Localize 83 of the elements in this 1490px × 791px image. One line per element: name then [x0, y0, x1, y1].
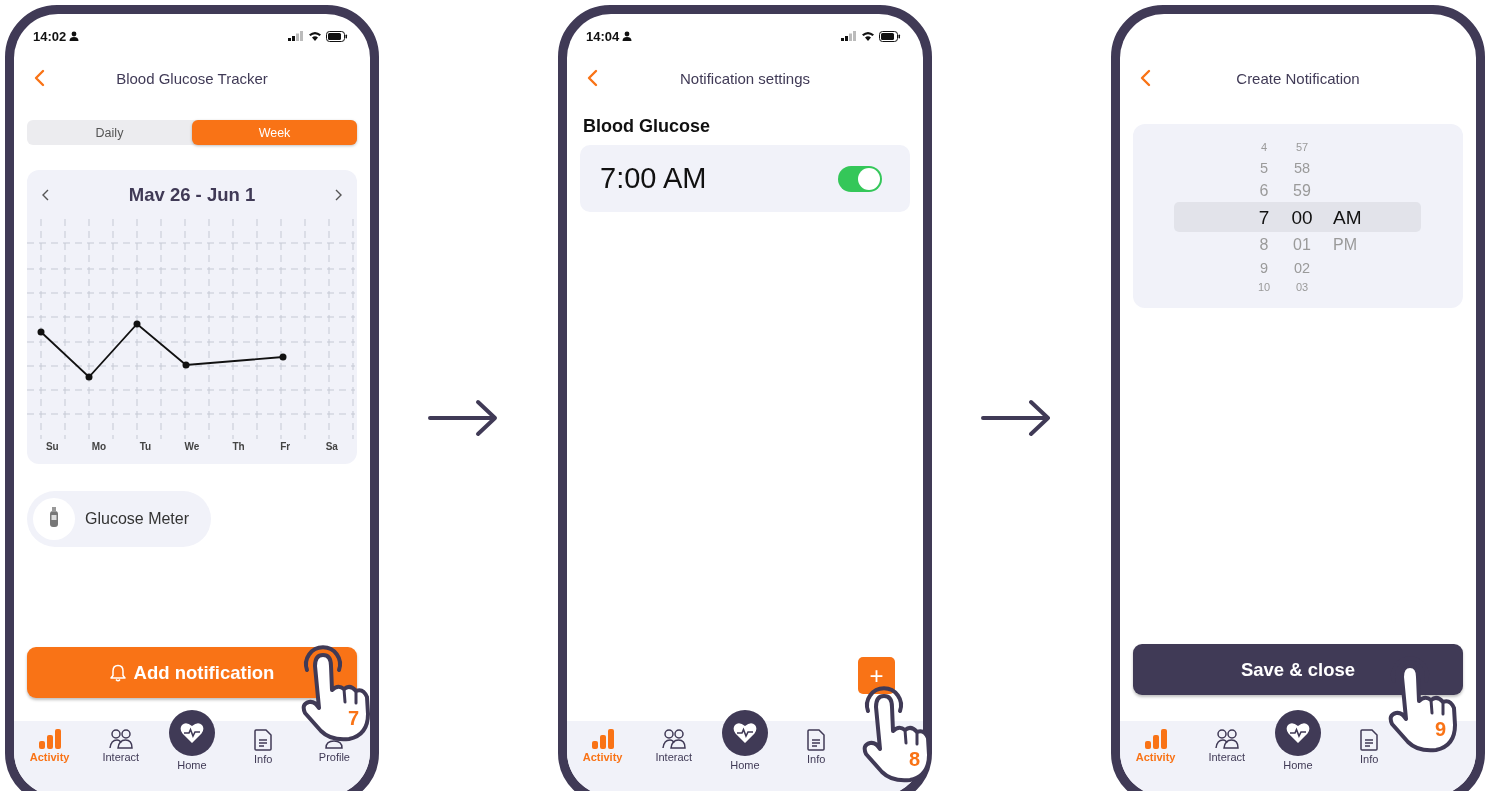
time-picker[interactable]: 4 5 6 7 8 9 10 57 58 59 00 01 02 03 AM PM — [1133, 124, 1463, 308]
picker-value[interactable]: 10 — [1245, 281, 1283, 293]
day-label: Th — [231, 441, 246, 452]
document-icon — [807, 729, 826, 751]
nav-home-button[interactable]: Home — [709, 702, 781, 791]
nav-item[interactable]: Interact — [1191, 721, 1263, 791]
day-label: We — [183, 441, 201, 452]
step-number: 8 — [909, 749, 921, 769]
status-time: 14:02 — [33, 28, 67, 44]
day-label: Sa — [324, 441, 339, 452]
heart-pulse-icon — [733, 722, 757, 744]
flow-arrow-icon — [427, 398, 498, 438]
bell-icon — [109, 663, 126, 682]
back-chevron-icon[interactable] — [585, 69, 599, 87]
people-icon — [661, 729, 686, 749]
segment-tab[interactable]: Daily — [27, 120, 192, 145]
date-range: Mav 26 - Jun 1 — [128, 184, 256, 206]
nav-item[interactable]: Activity — [567, 721, 639, 791]
back-chevron-icon[interactable] — [1138, 69, 1152, 87]
previous-chevron-icon[interactable] — [41, 189, 50, 201]
picker-value[interactable]: 02 — [1283, 260, 1321, 276]
nav-item[interactable]: Info — [227, 721, 299, 791]
battery-icon — [326, 30, 348, 42]
picker-value[interactable]: 9 — [1245, 260, 1283, 276]
nav-home-button[interactable]: Home — [1262, 702, 1334, 791]
heart-pulse-icon — [1286, 722, 1310, 744]
picker-value[interactable]: 58 — [1283, 160, 1321, 176]
picker-value[interactable]: 00 — [1283, 207, 1321, 227]
person-icon — [622, 31, 633, 41]
picker-value[interactable]: 59 — [1283, 182, 1321, 199]
screen-title: Create Notification — [1236, 69, 1360, 87]
picker-value[interactable]: 5 — [1245, 160, 1283, 176]
day-label: Tu — [138, 441, 153, 452]
notification-time: 7:00 AM — [600, 162, 708, 195]
document-icon — [1360, 729, 1379, 751]
signal-icon — [841, 31, 857, 41]
battery-icon — [879, 30, 901, 42]
nav-item[interactable]: Info — [1333, 721, 1405, 791]
nav-home-button[interactable]: Home — [156, 702, 228, 791]
day-label: Mo — [90, 441, 108, 452]
heart-pulse-icon — [180, 722, 204, 744]
person-icon — [69, 31, 80, 41]
signal-icon — [288, 31, 304, 41]
save-close-button[interactable]: Save & close — [1133, 644, 1463, 695]
back-chevron-icon[interactable] — [32, 69, 46, 87]
step-number: 9 — [1435, 719, 1447, 739]
step-number: 7 — [348, 708, 360, 728]
day-label: Su — [44, 441, 60, 452]
bar-chart-icon — [591, 729, 614, 749]
nav-item[interactable]: Interact — [85, 721, 157, 791]
picker-value[interactable]: PM — [1321, 236, 1463, 253]
picker-value[interactable]: 8 — [1245, 236, 1283, 253]
nav-item[interactable]: Interact — [638, 721, 710, 791]
screen-title: Blood Glucose Tracker — [116, 69, 268, 87]
document-icon — [254, 729, 273, 751]
bar-chart-icon — [1144, 729, 1167, 749]
notification-toggle[interactable] — [838, 165, 882, 192]
picker-value[interactable]: 4 — [1245, 141, 1283, 153]
nav-item[interactable]: Activity — [1120, 721, 1192, 791]
nav-item[interactable]: Activity — [14, 721, 86, 791]
nav-item[interactable]: Info — [780, 721, 852, 791]
status-time: 14:04 — [586, 28, 620, 44]
segment-tab[interactable]: Week — [192, 120, 357, 145]
picker-value[interactable]: AM — [1321, 207, 1463, 227]
day-label: Fr — [279, 441, 292, 452]
picker-value[interactable]: 6 — [1245, 182, 1283, 199]
profile-icon — [325, 740, 344, 749]
device-chip[interactable]: Glucose Meter — [27, 491, 212, 547]
wifi-icon — [308, 31, 322, 41]
add-button[interactable]: + — [858, 657, 895, 694]
screen-title: Notification settings — [679, 69, 811, 87]
add-notification-button[interactable]: Add notification — [27, 647, 357, 698]
picker-value[interactable]: 01 — [1283, 236, 1321, 253]
people-icon — [108, 729, 133, 749]
picker-value[interactable]: 7 — [1245, 207, 1283, 227]
flow-arrow-icon — [980, 398, 1051, 438]
next-chevron-icon[interactable] — [334, 189, 343, 201]
bar-chart-icon — [38, 729, 61, 749]
people-icon — [1214, 729, 1239, 749]
section-title: Blood Glucose — [582, 116, 711, 137]
wifi-icon — [861, 31, 875, 41]
picker-value[interactable]: 57 — [1283, 141, 1321, 153]
picker-value[interactable]: 03 — [1283, 281, 1321, 293]
